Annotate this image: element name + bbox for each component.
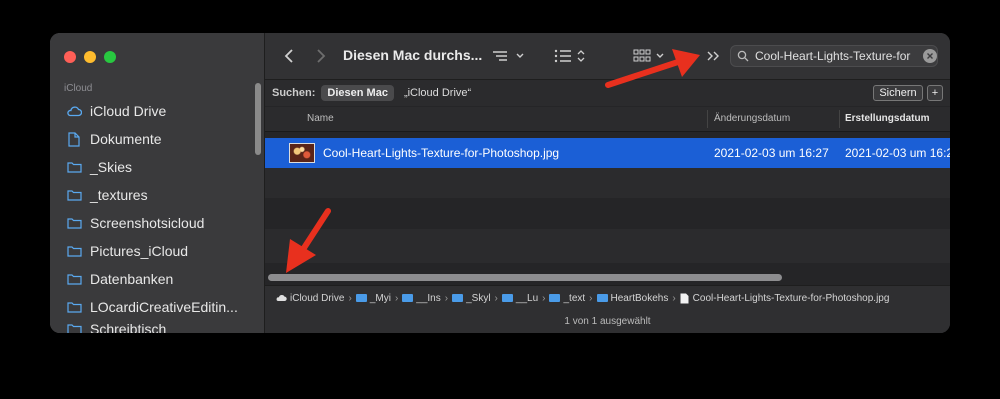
chevron-right-icon: › [444, 292, 449, 304]
sidebar-item-datenbanken[interactable]: Datenbanken [50, 265, 264, 293]
column-divider[interactable] [839, 110, 840, 128]
minimize-button[interactable] [84, 51, 96, 63]
empty-row [265, 229, 950, 263]
chevron-right-icon: › [494, 292, 498, 304]
horizontal-scrollbar[interactable] [268, 274, 782, 281]
folder-icon [66, 271, 82, 287]
path-item-folder[interactable]: __Ins [402, 293, 441, 304]
folder-icon [66, 215, 82, 231]
sidebar-scrollbar[interactable] [255, 83, 261, 155]
add-criteria-button[interactable]: + [927, 85, 943, 101]
forward-button[interactable] [313, 46, 329, 66]
sidebar-item-icloud-drive[interactable]: iCloud Drive [50, 97, 264, 125]
file-modified: 2021-02-03 um 16:27 [714, 146, 829, 160]
search-input[interactable]: Cool-Heart-Lights-Texture-for [755, 49, 917, 63]
sidebar-item-label: _Skies [90, 159, 133, 175]
sidebar-item-label: iCloud Drive [90, 103, 167, 119]
file-thumbnail [289, 143, 315, 163]
column-name[interactable]: Name [307, 113, 334, 124]
list-sort-icon [493, 51, 524, 61]
chevron-left-icon [284, 49, 293, 63]
sidebar-item-skies[interactable]: _Skies [50, 153, 264, 181]
zoom-button[interactable] [104, 51, 116, 63]
chevron-right-icon: › [542, 292, 546, 304]
sidebar-list: iCloud Drive Dokumente _Skies _textures [50, 97, 264, 333]
chevron-right-icon: › [589, 292, 593, 304]
sidebar-item-schreibtisch[interactable]: Schreibtisch [50, 321, 264, 333]
annotation-arrow-down [286, 208, 331, 273]
folder-icon [549, 294, 561, 302]
folder-icon [66, 321, 82, 333]
group-menu-button[interactable] [491, 48, 529, 64]
folder-icon [66, 299, 82, 315]
search-field[interactable]: Cool-Heart-Lights-Texture-for [730, 45, 938, 67]
image-file-icon [680, 293, 689, 303]
column-modified[interactable]: Änderungsdatum [714, 113, 790, 124]
sidebar-item-label: Datenbanken [90, 271, 174, 287]
status-bar: 1 von 1 ausgewählt [265, 310, 950, 333]
path-item-folder[interactable]: _Skyl [452, 293, 491, 304]
sidebar-item-label: Screenshotsicloud [90, 215, 205, 231]
sidebar-item-label: LOcardiCreativeEditin... [90, 299, 238, 315]
folder-icon [66, 187, 82, 203]
annotation-arrow-right [605, 49, 700, 88]
chevron-right-icon: › [394, 292, 399, 304]
sidebar-item-label: Dokumente [90, 131, 162, 147]
sidebar-item-label: Pictures_iCloud [90, 243, 189, 259]
chevron-right-icon [317, 49, 326, 63]
sidebar-section-icloud: iCloud [64, 83, 93, 94]
column-divider[interactable] [707, 110, 708, 128]
chevron-right-icon: › [348, 292, 352, 304]
sidebar-item-textures[interactable]: _textures [50, 181, 264, 209]
file-name: Cool-Heart-Lights-Texture-for-Photoshop.… [323, 146, 560, 160]
cloud-icon [66, 103, 82, 119]
path-item-folder[interactable]: HeartBokehs [596, 293, 668, 304]
sidebar: iCloud iCloud Drive Dokumente _Skies _te… [50, 33, 265, 333]
folder-icon [66, 159, 82, 175]
folder-icon [355, 294, 367, 302]
empty-row [265, 168, 950, 198]
chevron-right-icon: › [672, 292, 676, 304]
sidebar-item-dokumente[interactable]: Dokumente [50, 125, 264, 153]
folder-icon [452, 294, 464, 302]
table-row[interactable]: Cool-Heart-Lights-Texture-for-Photoshop.… [265, 138, 950, 168]
sidebar-item-label: Schreibtisch [90, 321, 167, 333]
window-title: Diesen Mac durchs... [343, 47, 483, 63]
path-item-folder[interactable]: _text [549, 293, 585, 304]
scope-icloud-button[interactable]: „iCloud Drive“ [404, 87, 471, 99]
back-button[interactable] [281, 46, 297, 66]
folder-icon [596, 294, 608, 302]
column-created[interactable]: Erstellungsdatum [845, 113, 929, 124]
path-item-folder[interactable]: __Lu [501, 293, 538, 304]
folder-icon [501, 294, 513, 302]
file-created: 2021-02-03 um 16:2 [845, 146, 950, 160]
document-icon [66, 131, 82, 147]
path-bar: iCloud Drive › _Myi › __Ins › _Skyl › __… [265, 285, 950, 310]
path-item-file[interactable]: Cool-Heart-Lights-Texture-for-Photoshop.… [680, 293, 889, 304]
path-item-icloud-drive[interactable]: iCloud Drive [275, 293, 344, 304]
sort-button[interactable] [553, 48, 589, 64]
close-button[interactable] [64, 51, 76, 63]
sidebar-item-locardicreative[interactable]: LOcardiCreativeEditin... [50, 293, 264, 321]
sidebar-item-screenshotsicloud[interactable]: Screenshotsicloud [50, 209, 264, 237]
search-icon [731, 50, 755, 62]
sidebar-item-pictures-icloud[interactable]: Pictures_iCloud [50, 237, 264, 265]
save-search-button[interactable]: Sichern [873, 85, 923, 101]
column-header: Name Änderungsdatum Erstellungsdatum [265, 107, 950, 132]
folder-icon [402, 294, 414, 302]
scope-label: Suchen: [272, 87, 316, 99]
window-controls [64, 51, 116, 63]
clear-search-icon[interactable] [923, 49, 937, 63]
list-view-icon [554, 49, 585, 63]
sidebar-item-label: _textures [90, 187, 148, 203]
path-item-folder[interactable]: _Myi [355, 293, 391, 304]
finder-window: iCloud iCloud Drive Dokumente _Skies _te… [50, 33, 950, 333]
cloud-icon [276, 294, 287, 301]
scope-this-mac-button[interactable]: Diesen Mac [321, 85, 394, 101]
folder-icon [66, 243, 82, 259]
